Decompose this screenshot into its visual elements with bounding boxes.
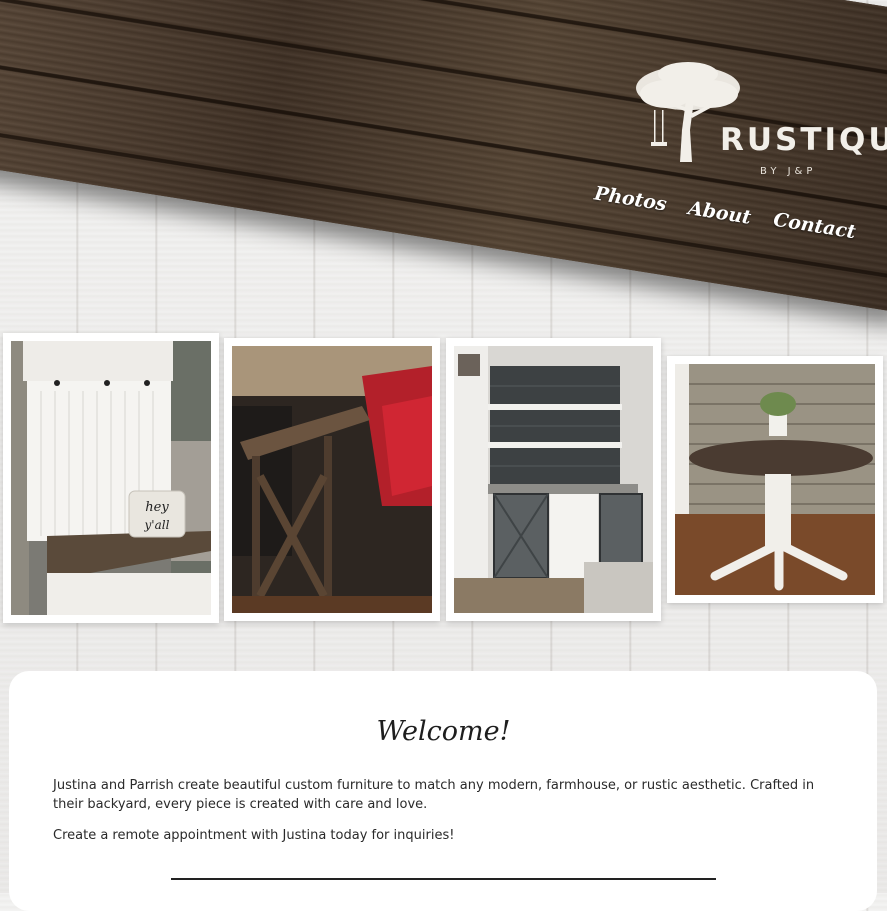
gallery-photo-console-table[interactable]: [224, 338, 440, 621]
console-table-image: [232, 346, 432, 613]
welcome-intro-text: Justina and Parrish create beautiful cus…: [53, 778, 815, 812]
welcome-heading: Welcome!: [376, 716, 511, 747]
wet-bar-image: [454, 346, 653, 613]
gallery-photo-wet-bar[interactable]: [446, 338, 661, 621]
logo-byline: BY J&P: [760, 166, 817, 177]
pedestal-table-image: [675, 364, 875, 595]
gallery-photo-pedestal-table[interactable]: [667, 356, 883, 603]
welcome-appointment-text: Create a remote appointment with Justina…: [53, 828, 455, 843]
logo-wordmark: RUSTIQUE: [720, 122, 887, 158]
gallery-photo-hall-tree[interactable]: hey y'all: [3, 333, 219, 623]
site-logo[interactable]: RUSTIQUE BY J&P: [632, 60, 887, 180]
svg-text:hey: hey: [145, 500, 169, 515]
svg-text:y'all: y'all: [144, 518, 170, 532]
hall-tree-image: hey y'all: [11, 341, 211, 615]
section-divider: [171, 878, 716, 880]
